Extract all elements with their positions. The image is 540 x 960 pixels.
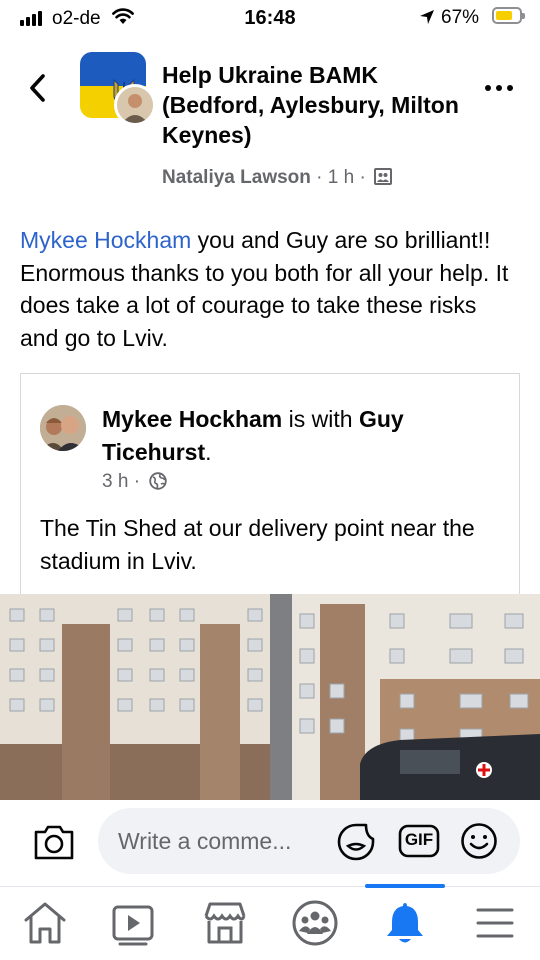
post-time[interactable]: 1 h (328, 167, 354, 188)
more-dots-icon[interactable] (484, 78, 514, 98)
mention-link[interactable]: Mykee Hockham (20, 227, 191, 253)
post-text: Mykee Hockham you and Guy are so brillia… (20, 224, 520, 354)
groups-icon[interactable] (290, 898, 340, 948)
shared-post-text: The Tin Shed at our delivery point near … (40, 515, 475, 574)
video-icon[interactable] (108, 898, 158, 948)
emoji-icon[interactable] (460, 822, 498, 860)
bottom-nav (0, 886, 540, 960)
location-icon (420, 10, 434, 24)
active-tab-indicator (365, 884, 445, 888)
author-name[interactable]: Nataliya Lawson (162, 167, 311, 188)
group-name[interactable]: Help Ukraine BAMK (Bedford, Aylesbury, M… (162, 60, 472, 150)
shared-post-title: Mykee Hockham is with Guy Ticehurst. (102, 406, 404, 465)
author-avatar[interactable] (114, 84, 156, 126)
globe-icon (149, 472, 168, 490)
privacy-group-icon (374, 168, 393, 185)
marketplace-icon[interactable] (200, 898, 250, 948)
post-meta: Nataliya Lawson · 1 h · (162, 167, 393, 189)
battery-icon (492, 7, 525, 24)
shared-post-time[interactable]: 3 h (102, 471, 128, 492)
gif-button[interactable]: GIF (398, 824, 440, 858)
comment-input[interactable] (118, 824, 338, 858)
back-chevron-icon[interactable] (26, 70, 50, 106)
shared-author-avatar[interactable] (40, 405, 86, 451)
shared-post-meta: 3 h · (102, 471, 168, 493)
notifications-icon[interactable] (380, 898, 430, 948)
post-photo[interactable] (0, 594, 540, 800)
battery-percent: 67% (441, 7, 480, 28)
camera-icon[interactable] (32, 822, 76, 862)
sticker-icon[interactable] (336, 822, 376, 862)
home-icon[interactable] (20, 898, 70, 948)
gif-label: GIF (404, 830, 434, 849)
menu-icon[interactable] (470, 898, 520, 948)
shared-author-name[interactable]: Mykee Hockham (102, 406, 282, 432)
